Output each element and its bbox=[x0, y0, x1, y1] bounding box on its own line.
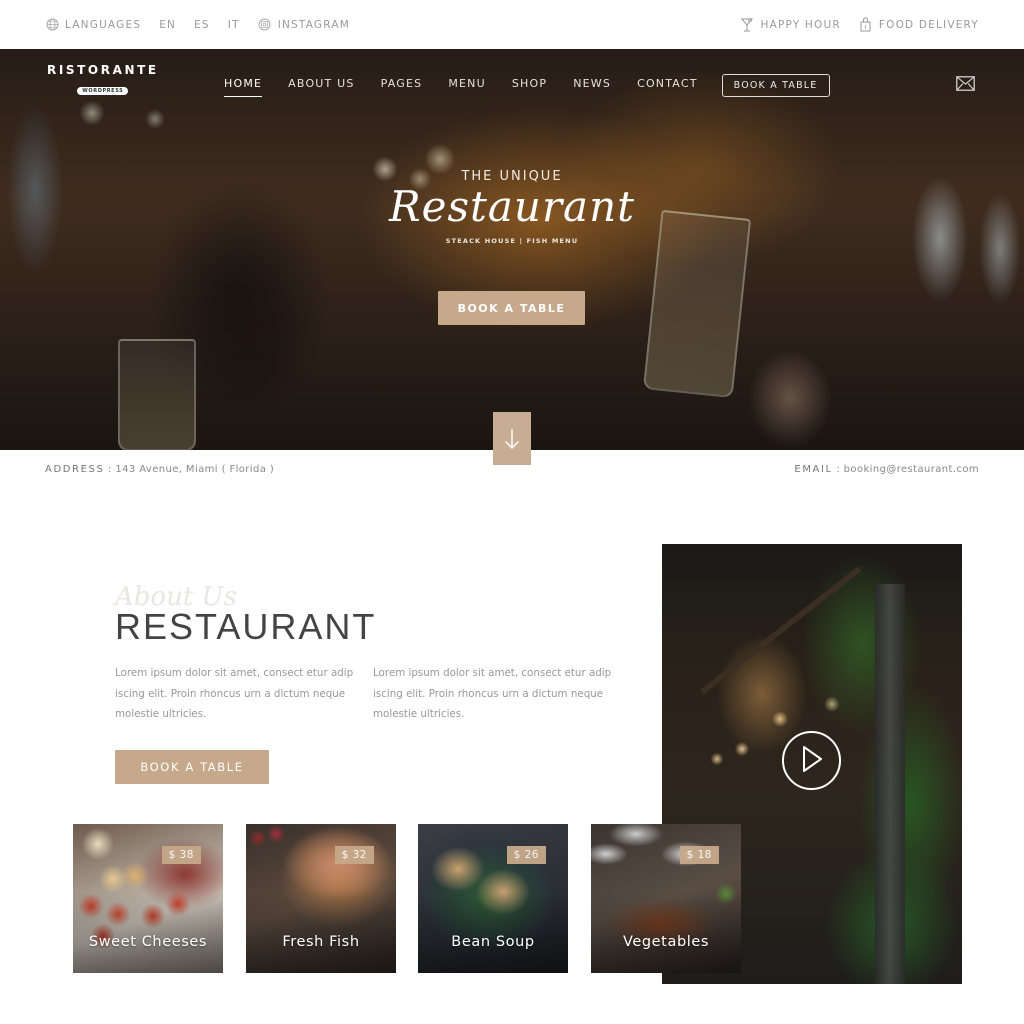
hero-book-table-button[interactable]: BOOK A TABLE bbox=[438, 291, 585, 325]
hero-section: RISTORANTE WORDPRESS HOME ABOUT US PAGES… bbox=[0, 49, 1024, 450]
language-it[interactable]: IT bbox=[228, 19, 240, 31]
scroll-down-button[interactable] bbox=[493, 412, 531, 465]
about-book-table-button[interactable]: BOOK A TABLE bbox=[115, 750, 269, 784]
nav-item-menu[interactable]: MENU bbox=[448, 77, 486, 94]
nav-item-home[interactable]: HOME bbox=[224, 77, 263, 97]
happy-hour-link[interactable]: HAPPY HOUR bbox=[740, 17, 841, 32]
nav-book-table-button[interactable]: BOOK A TABLE bbox=[721, 74, 830, 97]
food-delivery-link[interactable]: FOOD DELIVERY bbox=[859, 17, 979, 32]
happy-hour-label: HAPPY HOUR bbox=[760, 18, 841, 31]
mail-icon[interactable] bbox=[956, 76, 975, 91]
top-bar: LANGUAGES EN ES IT INSTAGRAM HAPPY HOUR … bbox=[0, 0, 1024, 49]
dish-card[interactable]: $ 38 Sweet Cheeses bbox=[73, 824, 223, 973]
video-pillar bbox=[875, 584, 905, 984]
site-logo[interactable]: RISTORANTE WORDPRESS bbox=[47, 63, 159, 96]
email-separator: : bbox=[836, 464, 844, 475]
about-title: RESTAURANT bbox=[115, 606, 377, 647]
language-en[interactable]: EN bbox=[159, 19, 176, 31]
dish-name: Sweet Cheeses bbox=[88, 934, 208, 950]
arrow-down-icon bbox=[504, 428, 520, 454]
contact-info-bar: ADDRESS : 143 Avenue, Miami ( Florida ) … bbox=[45, 464, 979, 475]
delivery-bag-icon bbox=[859, 17, 873, 32]
nav-item-about-us[interactable]: ABOUT US bbox=[288, 77, 354, 94]
play-video-button[interactable] bbox=[782, 731, 841, 790]
hero-heading: THE UNIQUE Restaurant STEACK HOUSE | FIS… bbox=[0, 169, 1024, 245]
about-text-col-2: Lorem ipsum dolor sit amet, consect etur… bbox=[373, 667, 612, 720]
address-label: ADDRESS bbox=[45, 464, 105, 475]
language-es[interactable]: ES bbox=[194, 19, 210, 31]
email-label: EMAIL bbox=[794, 464, 833, 475]
email-value[interactable]: booking@restaurant.com bbox=[844, 464, 979, 475]
main-nav: RISTORANTE WORDPRESS HOME ABOUT US PAGES… bbox=[0, 49, 1024, 119]
globe-icon bbox=[45, 18, 59, 32]
logo-name: RISTORANTE bbox=[47, 63, 159, 77]
top-bar-left: LANGUAGES EN ES IT INSTAGRAM bbox=[45, 18, 368, 32]
address-value: 143 Avenue, Miami ( Florida ) bbox=[115, 464, 275, 475]
cocktail-icon bbox=[740, 17, 754, 32]
dish-name: Fresh Fish bbox=[282, 934, 360, 950]
play-icon bbox=[800, 745, 824, 777]
video-beam bbox=[700, 566, 862, 695]
nav-item-news[interactable]: NEWS bbox=[573, 77, 611, 94]
instagram-icon bbox=[258, 18, 272, 32]
nav-item-shop[interactable]: SHOP bbox=[512, 77, 547, 94]
dish-price: $ 18 bbox=[679, 846, 719, 864]
nav-item-pages[interactable]: PAGES bbox=[381, 77, 423, 94]
nav-item-contact[interactable]: CONTACT bbox=[637, 77, 698, 94]
hero-title: Restaurant bbox=[388, 182, 636, 231]
logo-sub: WORDPRESS bbox=[77, 87, 129, 95]
dish-name: Vegetables bbox=[622, 934, 710, 950]
languages-menu[interactable]: LANGUAGES bbox=[45, 18, 141, 32]
dish-price: $ 26 bbox=[506, 846, 546, 864]
dish-card[interactable]: $ 26 Bean Soup bbox=[418, 824, 568, 973]
dish-card[interactable]: $ 18 Vegetables bbox=[591, 824, 741, 973]
dish-name: Bean Soup bbox=[451, 934, 535, 950]
instagram-link[interactable]: INSTAGRAM bbox=[258, 18, 350, 32]
about-text-col-1: Lorem ipsum dolor sit amet, consect etur… bbox=[115, 667, 354, 720]
nav-menu: HOME ABOUT US PAGES MENU SHOP NEWS CONTA… bbox=[224, 74, 830, 97]
instagram-label: INSTAGRAM bbox=[277, 18, 350, 31]
languages-label: LANGUAGES bbox=[65, 18, 142, 31]
dish-price: $ 38 bbox=[161, 846, 201, 864]
dish-price: $ 32 bbox=[334, 846, 374, 864]
dish-card[interactable]: $ 32 Fresh Fish bbox=[246, 824, 396, 973]
top-bar-right: HAPPY HOUR FOOD DELIVERY bbox=[722, 17, 979, 32]
address-info: ADDRESS : 143 Avenue, Miami ( Florida ) bbox=[45, 464, 274, 475]
email-info: EMAIL : booking@restaurant.com bbox=[794, 464, 979, 475]
hero-tagline: STEACK HOUSE | FISH MENU bbox=[445, 237, 579, 245]
food-delivery-label: FOOD DELIVERY bbox=[878, 18, 979, 31]
